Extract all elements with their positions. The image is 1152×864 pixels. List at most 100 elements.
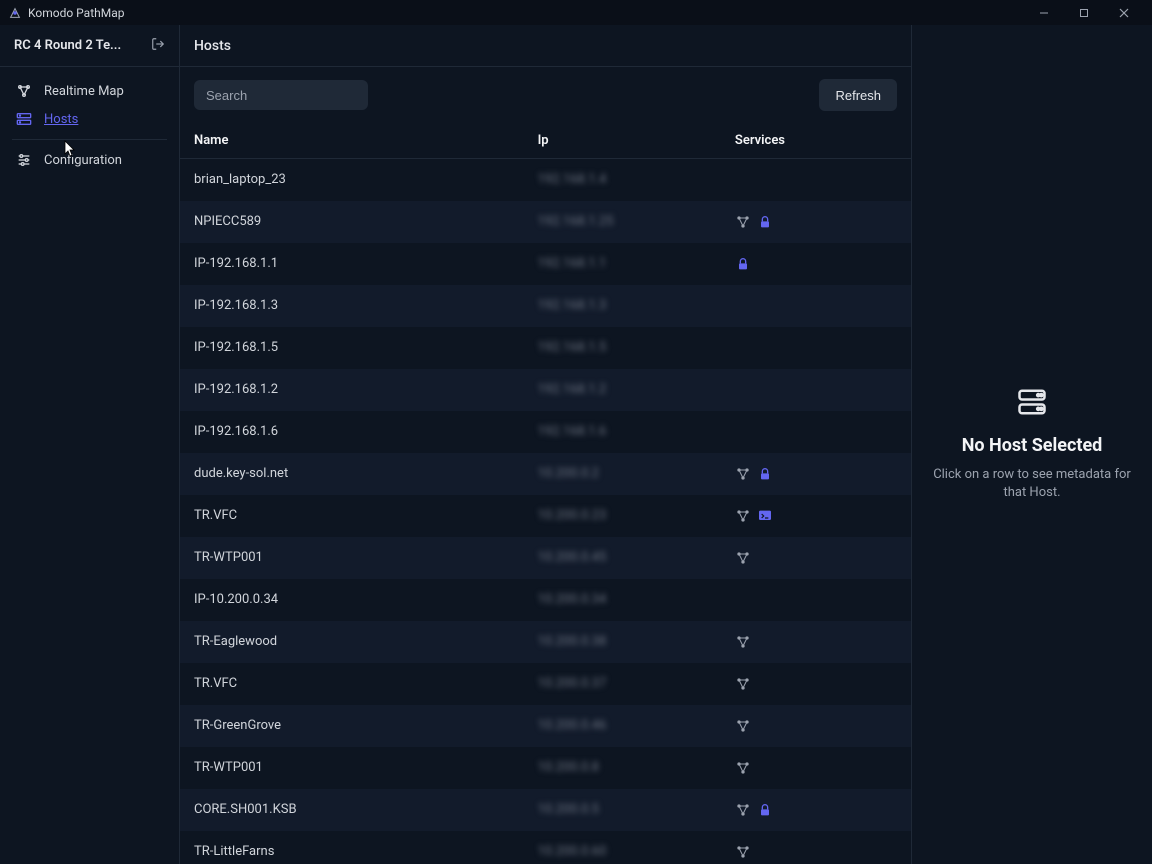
table-row[interactable]: TR.VFC10.200.0.23 (180, 495, 911, 537)
host-ip-cell: 10.200.0.2 (524, 453, 721, 495)
host-name-cell: TR.VFC (180, 495, 524, 537)
share-icon (735, 718, 751, 734)
col-name: Name (180, 123, 524, 159)
host-name-cell: IP-10.200.0.34 (180, 579, 524, 621)
table-row[interactable]: CORE.SH001.KSB10.200.0.5 (180, 789, 911, 831)
host-services-cell (721, 285, 911, 327)
host-services-cell (721, 663, 911, 705)
host-services-cell (721, 201, 911, 243)
minimize-button[interactable] (1024, 0, 1064, 25)
host-ip-cell: 192.168.1.2 (524, 369, 721, 411)
table-row[interactable]: IP-10.200.0.3410.200.0.34 (180, 579, 911, 621)
sidebar-item-hosts[interactable]: Hosts (0, 105, 179, 133)
table-row[interactable]: dude.key-sol.net10.200.0.2 (180, 453, 911, 495)
host-name-cell: dude.key-sol.net (180, 453, 524, 495)
host-services-cell (721, 579, 911, 621)
nav: Realtime Map Hosts Configuration (0, 67, 179, 184)
share-icon (735, 634, 751, 650)
host-services-cell (721, 747, 911, 789)
maximize-button[interactable] (1064, 0, 1104, 25)
titlebar: Komodo PathMap (0, 0, 1152, 25)
col-ip: Ip (524, 123, 721, 159)
share-icon (735, 760, 751, 776)
host-services-cell (721, 327, 911, 369)
share-icon (735, 550, 751, 566)
app-title: Komodo PathMap (28, 6, 124, 20)
host-ip-cell: 10.200.0.45 (524, 537, 721, 579)
host-ip-cell: 10.200.0.34 (524, 579, 721, 621)
exit-icon[interactable] (151, 36, 165, 55)
table-row[interactable]: TR-GreenGrove10.200.0.46 (180, 705, 911, 747)
table-row[interactable]: IP-192.168.1.3192.168.1.3 (180, 285, 911, 327)
hosts-table: Name Ip Services brian_laptop_23192.168.… (180, 123, 911, 864)
host-ip-cell: 10.200.0.8 (524, 747, 721, 789)
lock-icon (757, 466, 773, 482)
details-title: No Host Selected (962, 435, 1103, 456)
host-ip-cell: 10.200.0.37 (524, 663, 721, 705)
share-icon (735, 844, 751, 860)
main-panel: Hosts Refresh Name Ip Services brian_lap… (180, 25, 912, 864)
search-input[interactable] (194, 80, 368, 110)
sidebar-item-label: Realtime Map (44, 84, 124, 99)
host-ip-cell: 10.200.0.38 (524, 621, 721, 663)
app-logo-icon (8, 6, 22, 20)
share-icon (735, 676, 751, 692)
table-row[interactable]: TR-Eaglewood10.200.0.38 (180, 621, 911, 663)
host-ip-cell: 10.200.0.5 (524, 789, 721, 831)
host-ip-cell: 192.168.1.6 (524, 411, 721, 453)
nav-divider (12, 139, 167, 140)
host-name-cell: TR-GreenGrove (180, 705, 524, 747)
host-name-cell: TR-LittleFarns (180, 831, 524, 864)
host-name-cell: brian_laptop_23 (180, 159, 524, 201)
col-services: Services (721, 123, 911, 159)
host-services-cell (721, 369, 911, 411)
sidebar-item-configuration[interactable]: Configuration (0, 146, 179, 174)
host-name-cell: IP-192.168.1.1 (180, 243, 524, 285)
host-name-cell: TR-Eaglewood (180, 621, 524, 663)
table-row[interactable]: TR-WTP00110.200.0.45 (180, 537, 911, 579)
share-icon (735, 802, 751, 818)
table-row[interactable]: TR.VFC10.200.0.37 (180, 663, 911, 705)
host-ip-cell: 10.200.0.23 (524, 495, 721, 537)
host-ip-cell: 192.168.1.3 (524, 285, 721, 327)
table-row[interactable]: IP-192.168.1.5192.168.1.5 (180, 327, 911, 369)
host-empty-icon (1017, 387, 1047, 421)
sidebar-item-label: Hosts (44, 112, 78, 127)
close-button[interactable] (1104, 0, 1144, 25)
host-ip-cell: 192.168.1.5 (524, 327, 721, 369)
host-name-cell: TR-WTP001 (180, 747, 524, 789)
lock-icon (735, 256, 751, 272)
page-title: Hosts (180, 25, 911, 67)
table-row[interactable]: TR-WTP00110.200.0.8 (180, 747, 911, 789)
lock-icon (757, 214, 773, 230)
share-icon (735, 466, 751, 482)
host-services-cell (721, 621, 911, 663)
server-icon (16, 111, 32, 127)
sidebar-item-realtime-map[interactable]: Realtime Map (0, 77, 179, 105)
host-name-cell: CORE.SH001.KSB (180, 789, 524, 831)
table-row[interactable]: NPIECC589192.168.1.25 (180, 201, 911, 243)
host-name-cell: IP-192.168.1.2 (180, 369, 524, 411)
details-subtitle: Click on a row to see metadata for that … (932, 466, 1132, 502)
table-row[interactable]: IP-192.168.1.2192.168.1.2 (180, 369, 911, 411)
table-row[interactable]: IP-192.168.1.6192.168.1.6 (180, 411, 911, 453)
term-icon (757, 508, 773, 524)
host-services-cell (721, 705, 911, 747)
table-row[interactable]: IP-192.168.1.1192.168.1.1 (180, 243, 911, 285)
project-name: RC 4 Round 2 Te... (14, 38, 121, 53)
hosts-table-scroll[interactable]: Name Ip Services brian_laptop_23192.168.… (180, 123, 911, 864)
host-services-cell (721, 537, 911, 579)
host-name-cell: TR-WTP001 (180, 537, 524, 579)
host-services-cell (721, 411, 911, 453)
sidebar: RC 4 Round 2 Te... Realtime Map Hosts (0, 25, 180, 864)
host-services-cell (721, 243, 911, 285)
table-row[interactable]: brian_laptop_23192.168.1.4 (180, 159, 911, 201)
host-name-cell: TR.VFC (180, 663, 524, 705)
host-services-cell (721, 831, 911, 864)
host-ip-cell: 192.168.1.4 (524, 159, 721, 201)
table-row[interactable]: TR-LittleFarns10.200.0.60 (180, 831, 911, 864)
refresh-button[interactable]: Refresh (819, 79, 897, 111)
host-name-cell: NPIECC589 (180, 201, 524, 243)
host-ip-cell: 192.168.1.25 (524, 201, 721, 243)
host-ip-cell: 192.168.1.1 (524, 243, 721, 285)
